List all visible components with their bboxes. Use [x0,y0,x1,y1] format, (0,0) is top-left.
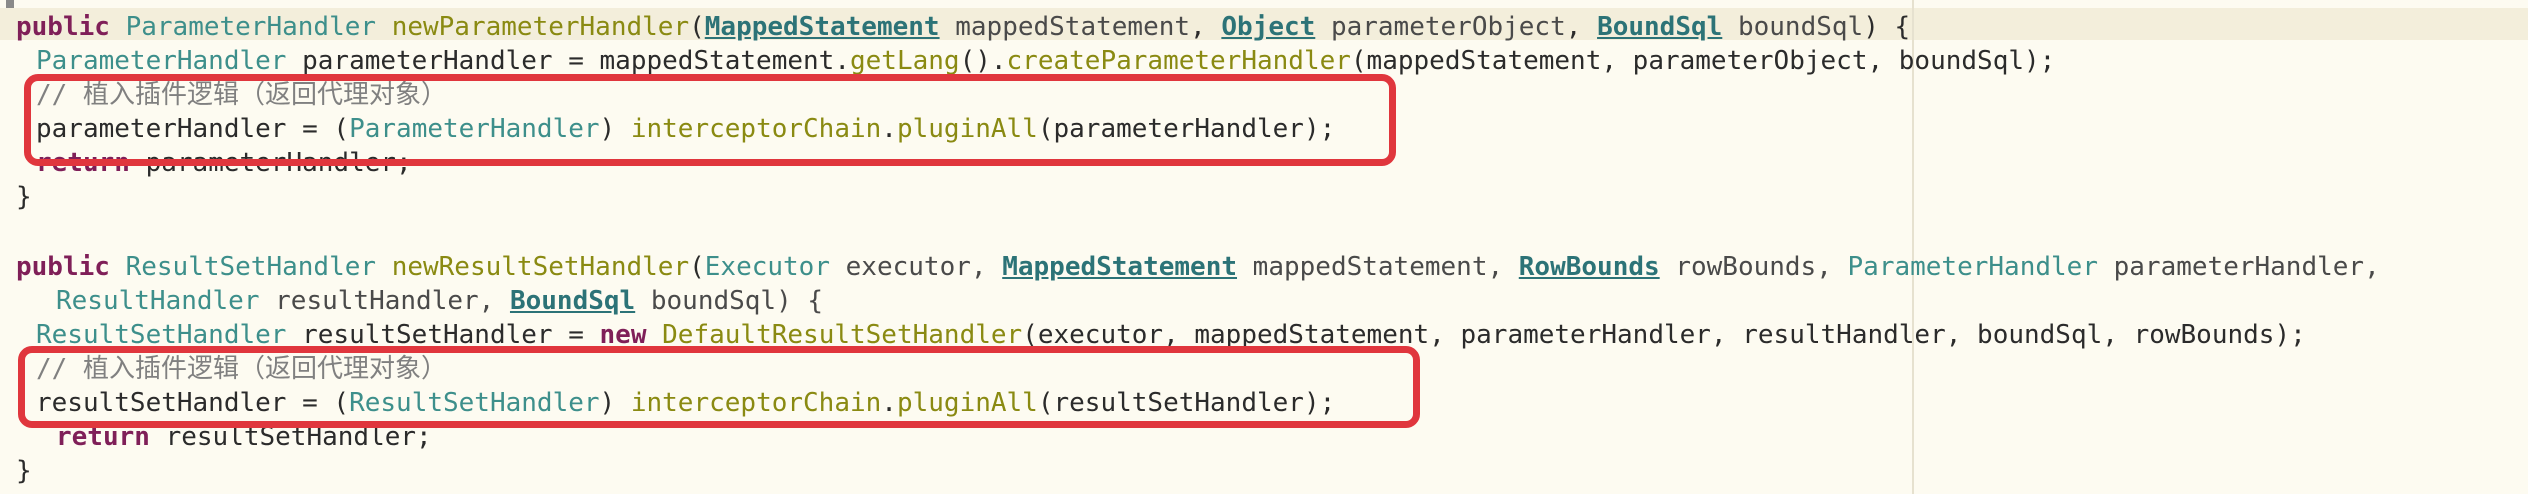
keyword: public [16,12,110,42]
code-text: (). [959,46,1007,76]
parameter-name: rowBounds, [1675,252,1848,282]
punctuation: ( [689,12,705,42]
punctuation: , [1190,12,1222,42]
parameter-name: executor, [845,252,1003,282]
keyword: public [16,252,110,282]
code-text: parameterHandler = mappedStatement. [286,46,850,76]
code-line-6[interactable]: } [16,180,32,214]
parameter-name: parameterHandler, [2113,252,2380,282]
fold-marker-icon[interactable] [6,0,14,8]
code-line-13[interactable]: } [16,454,32,488]
type-name: ParameterHandler [36,46,287,76]
type-link[interactable]: BoundSql [510,286,635,316]
type-link[interactable]: BoundSql [1597,12,1722,42]
closing-brace: } [16,456,32,486]
method-call: createParameterHandler [1006,46,1351,76]
punctuation: , [1565,12,1598,42]
type-name: ResultSetHandler [125,252,377,282]
type-name: ParameterHandler [1847,252,2098,282]
method-name: newResultSetHandler [391,252,690,282]
code-line-1[interactable]: public ParameterHandler newParameterHand… [16,10,1910,44]
punctuation: ( [689,252,705,282]
type-link[interactable]: MappedStatement [705,12,940,42]
highlight-box-parameter-handler [24,74,1396,166]
parameter-name: parameterObject [1330,12,1566,42]
method-name: newParameterHandler [391,12,690,42]
code-text: (mappedStatement, parameterObject, bound… [1350,46,2056,76]
highlight-box-result-set-handler [18,346,1420,428]
code-line-2[interactable]: ParameterHandler parameterHandler = mapp… [36,44,2055,78]
method-call: getLang [849,46,960,76]
type-name: ParameterHandler [125,12,377,42]
parameter-name: mappedStatement [955,12,1191,42]
code-editor[interactable]: public ParameterHandler newParameterHand… [0,0,2528,494]
parameter-name: boundSql) { [650,286,824,316]
type-name: ResultHandler [56,286,260,316]
type-link[interactable]: MappedStatement [1002,252,1237,282]
parameter-name: resultHandler, [275,286,510,316]
code-line-7[interactable]: public ResultSetHandler newResultSetHand… [16,250,2380,284]
type-name: Executor [704,252,830,282]
closing-brace: } [16,182,32,212]
type-link[interactable]: Object [1221,12,1315,42]
punctuation: ) { [1863,12,1911,42]
code-line-8[interactable]: ResultHandler resultHandler, BoundSql bo… [56,284,823,318]
parameter-name: boundSql [1737,12,1864,42]
parameter-name: mappedStatement, [1252,252,1519,282]
type-link[interactable]: RowBounds [1519,252,1660,282]
